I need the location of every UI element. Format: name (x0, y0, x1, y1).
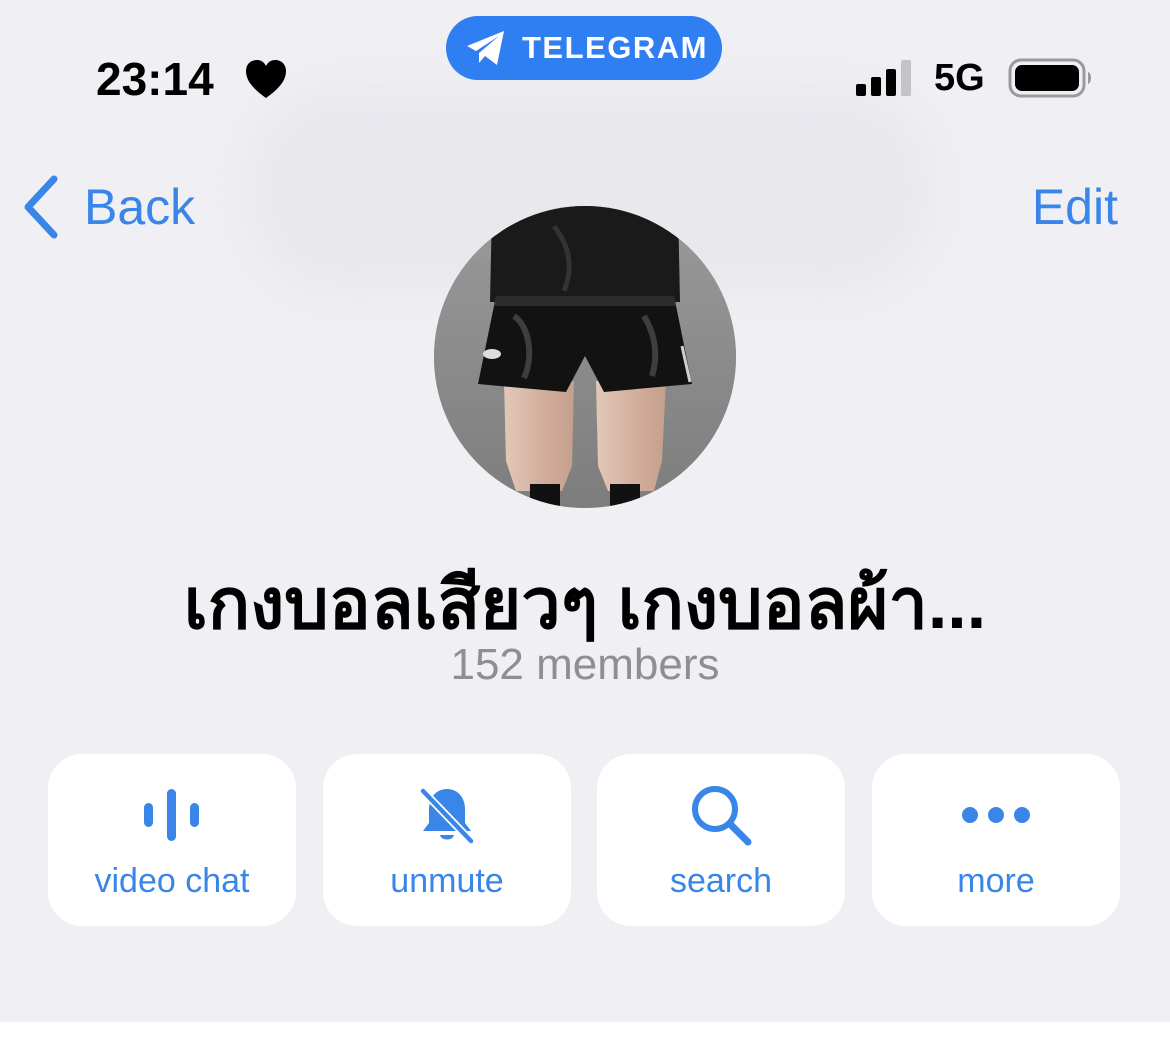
video-chat-label: video chat (94, 862, 250, 900)
unmute-label: unmute (390, 862, 504, 900)
back-button[interactable]: Back (20, 172, 195, 242)
chevron-left-icon (24, 175, 58, 239)
network-type: 5G (934, 57, 985, 99)
voice-chat-icon (144, 789, 199, 841)
heart-icon (246, 60, 286, 98)
battery-icon (1008, 58, 1091, 98)
search-icon (692, 786, 752, 846)
more-label: more (957, 862, 1035, 900)
telegram-pill-label: TELEGRAM (522, 30, 708, 65)
unmute-button[interactable]: unmute (323, 754, 571, 926)
member-count: 152 members (450, 640, 720, 689)
content-sheet-edge (0, 1022, 1170, 1044)
video-chat-button[interactable]: video chat (48, 754, 296, 926)
search-label: search (669, 862, 773, 900)
telegram-app-pill[interactable]: TELEGRAM (446, 16, 722, 80)
search-button[interactable]: search (597, 754, 845, 926)
more-dots-icon (962, 807, 1030, 823)
bell-slash-icon (419, 787, 475, 845)
edit-button[interactable]: Edit (1032, 178, 1118, 236)
telegram-plane-icon (467, 31, 504, 65)
group-avatar[interactable] (434, 206, 736, 508)
status-time: 23:14 (96, 53, 214, 105)
more-button[interactable]: more (872, 754, 1120, 926)
cellular-signal-icon (856, 60, 911, 96)
back-label: Back (84, 179, 196, 235)
avatar-image (434, 206, 736, 508)
